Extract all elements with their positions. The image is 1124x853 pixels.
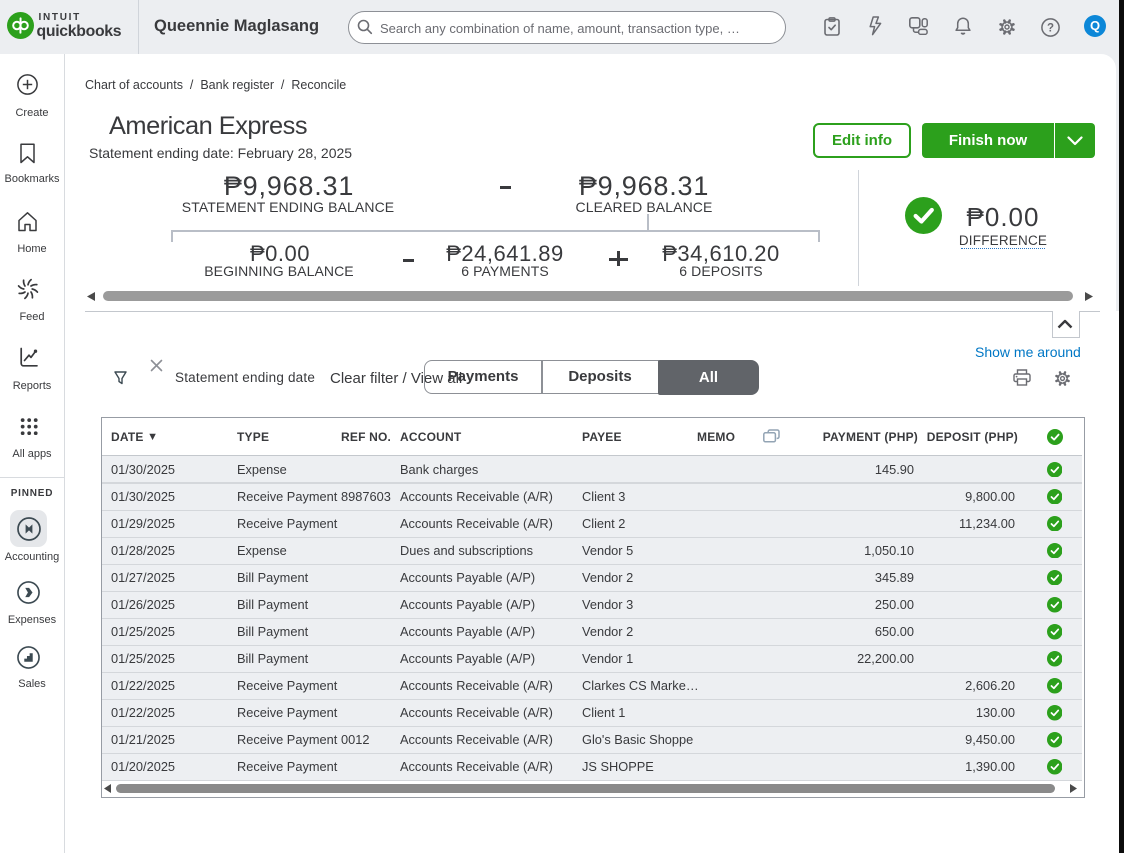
svg-text:?: ? — [1047, 23, 1054, 35]
